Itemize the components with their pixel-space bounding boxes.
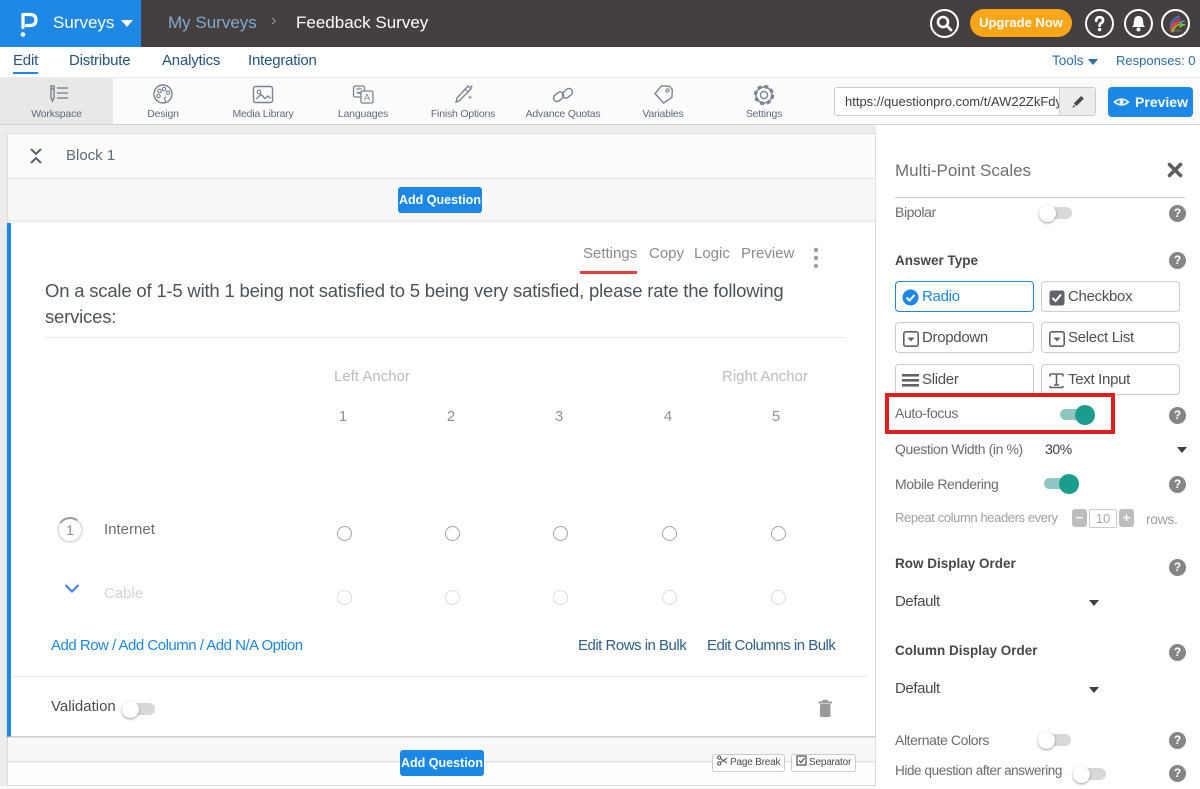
svg-text:A: A — [364, 93, 370, 103]
